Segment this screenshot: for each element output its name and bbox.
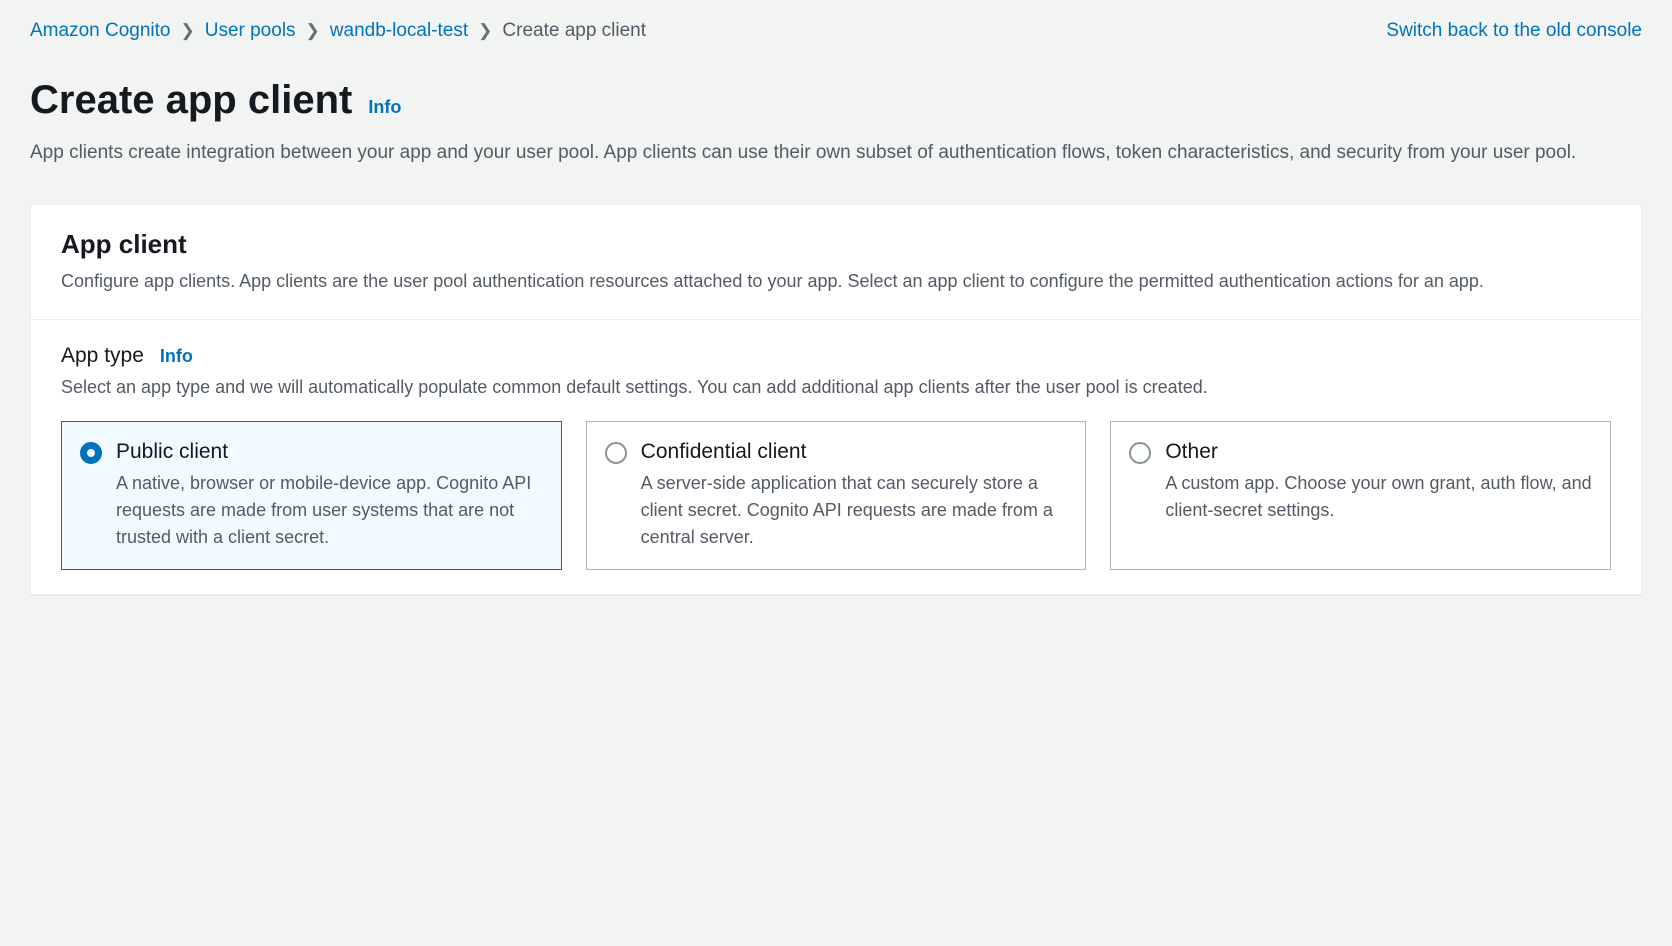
top-bar: Amazon Cognito ❯ User pools ❯ wandb-loca… [30,20,1642,42]
switch-console-link[interactable]: Switch back to the old console [1386,20,1642,42]
radio-desc: A server-side application that can secur… [641,470,1068,551]
radio-title: Other [1165,440,1592,464]
radio-title: Confidential client [641,440,1068,464]
page-title-row: Create app client Info [30,78,1642,123]
panel-body: App type Info Select an app type and we … [31,320,1641,594]
breadcrumb-link-user-pools[interactable]: User pools [205,20,296,42]
radio-content: Confidential client A server-side applic… [641,440,1068,551]
radio-card-public-client[interactable]: Public client A native, browser or mobil… [61,421,562,570]
radio-content: Other A custom app. Choose your own gran… [1165,440,1592,551]
panel-subtitle: Configure app clients. App clients are t… [61,268,1611,295]
app-type-options: Public client A native, browser or mobil… [61,421,1611,570]
radio-title: Public client [116,440,543,464]
section-title-row: App type Info [61,344,1611,368]
app-client-panel: App client Configure app clients. App cl… [30,204,1642,595]
radio-content: Public client A native, browser or mobil… [116,440,543,551]
breadcrumb-link-pool[interactable]: wandb-local-test [330,20,468,42]
panel-title: App client [61,229,1611,260]
radio-icon [605,442,627,464]
radio-card-confidential-client[interactable]: Confidential client A server-side applic… [586,421,1087,570]
radio-icon [80,442,102,464]
chevron-right-icon: ❯ [306,21,320,41]
panel-header: App client Configure app clients. App cl… [31,205,1641,320]
breadcrumb: Amazon Cognito ❯ User pools ❯ wandb-loca… [30,20,646,42]
breadcrumb-link-cognito[interactable]: Amazon Cognito [30,20,170,42]
chevron-right-icon: ❯ [478,21,492,41]
radio-desc: A native, browser or mobile-device app. … [116,470,543,551]
app-type-title: App type [61,344,144,368]
page-description: App clients create integration between y… [30,139,1642,168]
info-link[interactable]: Info [368,97,401,118]
breadcrumb-current: Create app client [502,20,646,42]
radio-card-other[interactable]: Other A custom app. Choose your own gran… [1110,421,1611,570]
app-type-description: Select an app type and we will automatic… [61,374,1611,401]
radio-icon [1129,442,1151,464]
page-title: Create app client [30,78,352,123]
radio-desc: A custom app. Choose your own grant, aut… [1165,470,1592,524]
app-type-info-link[interactable]: Info [160,346,193,367]
chevron-right-icon: ❯ [180,21,194,41]
